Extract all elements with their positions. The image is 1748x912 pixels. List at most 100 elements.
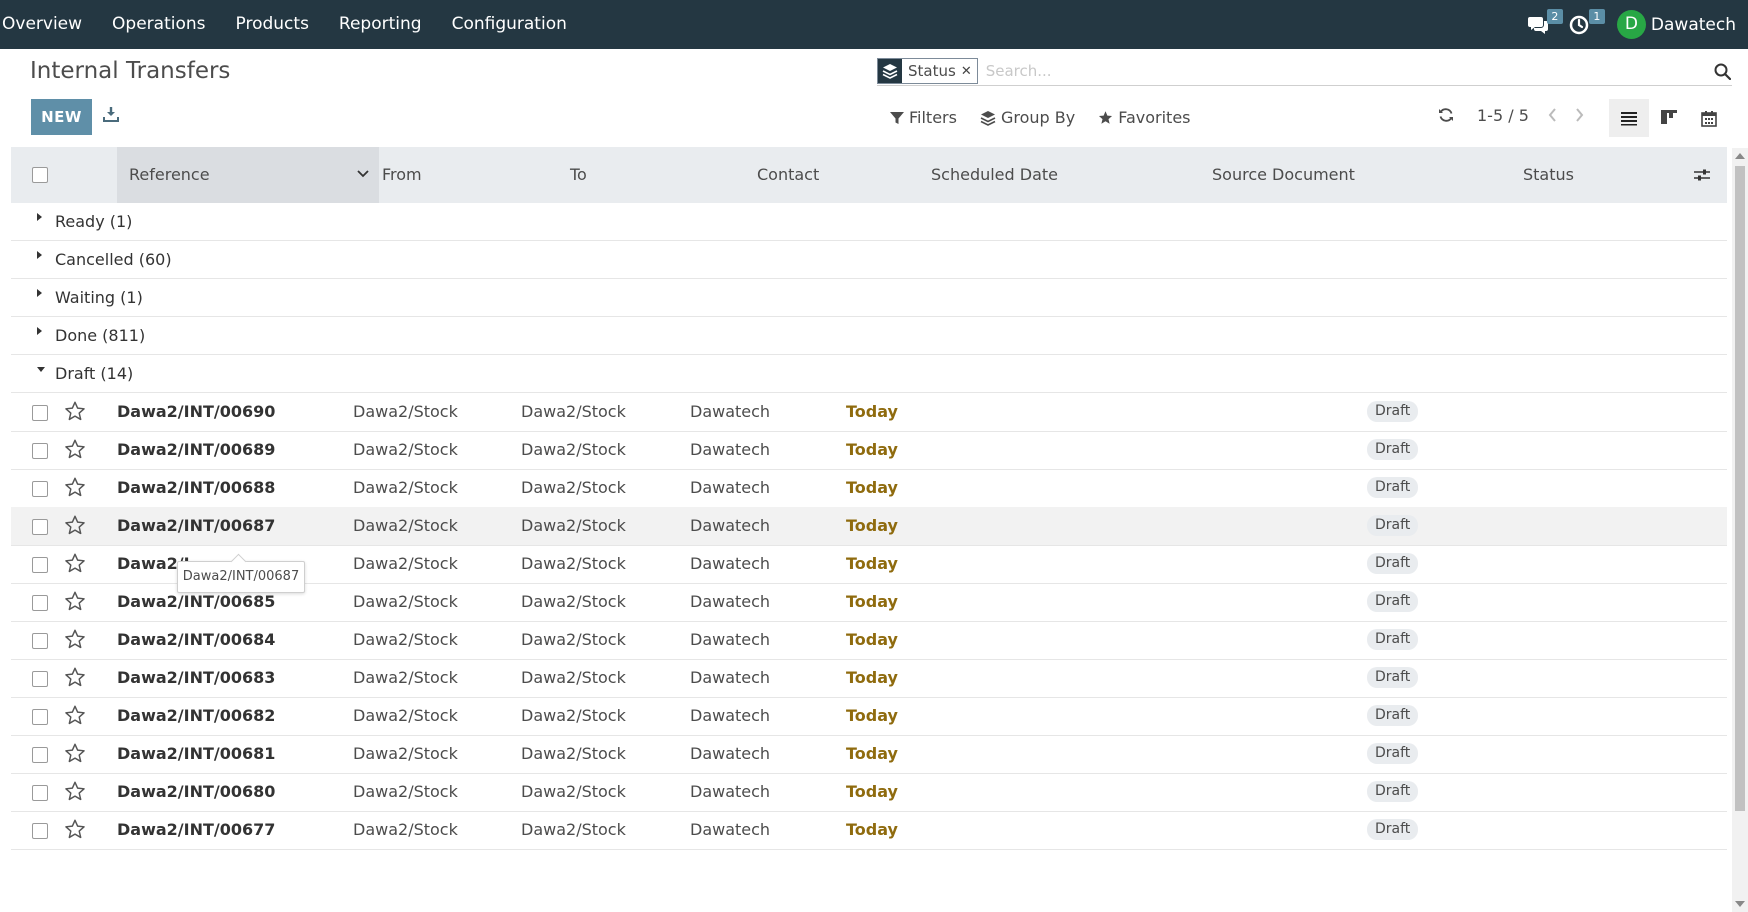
status-badge: Draft	[1367, 743, 1419, 764]
row-checkbox[interactable]	[32, 671, 48, 687]
new-button[interactable]: NEW	[31, 99, 92, 135]
refresh-icon[interactable]	[1435, 104, 1457, 126]
from-cell: Dawa2/Stock	[353, 402, 458, 421]
caret-right-icon[interactable]	[37, 213, 42, 221]
star-icon[interactable]	[64, 590, 86, 612]
star-icon[interactable]	[64, 666, 86, 688]
from-cell: Dawa2/Stock	[353, 782, 458, 801]
star-icon[interactable]	[64, 400, 86, 422]
row-checkbox[interactable]	[32, 823, 48, 839]
search-icon[interactable]	[1712, 61, 1732, 81]
table-row[interactable]: Dawa2/INT/00684 Dawa2/Stock Dawa2/Stock Daw…	[11, 621, 1727, 660]
row-checkbox[interactable]	[32, 785, 48, 801]
to-cell: Dawa2/Stock	[521, 706, 626, 725]
row-checkbox[interactable]	[32, 519, 48, 535]
download-icon[interactable]	[102, 105, 122, 125]
group-label[interactable]: Waiting (1)	[55, 279, 143, 316]
column-header-source-document[interactable]: Source Document	[1212, 147, 1355, 203]
table-row[interactable]: Dawa2/INT/00681 Dawa2/Stock Dawa2/Stock Daw…	[11, 735, 1727, 774]
row-checkbox[interactable]	[32, 405, 48, 421]
row-checkbox[interactable]	[32, 633, 48, 649]
table-row[interactable]: Dawa2/INT/00689 Dawa2/Stock Dawa2/Stock Daw…	[11, 431, 1727, 470]
search-panel-options: Filters Group By Favorites	[890, 108, 1214, 127]
activities-button[interactable]: 1	[1569, 0, 1605, 49]
group-by-dropdown[interactable]: Group By	[980, 108, 1075, 127]
table-row[interactable]: Dawa2/INT/00690 Dawa2/Stock Dawa2/Stock Daw…	[11, 393, 1727, 432]
group-label[interactable]: Ready (1)	[55, 203, 132, 240]
scheduled-date-cell: Today	[846, 744, 898, 763]
messages-button[interactable]: 2	[1527, 0, 1563, 49]
row-checkbox[interactable]	[32, 481, 48, 497]
search-facet-status[interactable]: Status ✕	[877, 58, 978, 84]
row-checkbox[interactable]	[32, 557, 48, 573]
table-row[interactable]: Dawa2/INT/00682 Dawa2/Stock Dawa2/Stock Daw…	[11, 697, 1727, 736]
chevron-right-icon[interactable]	[1571, 104, 1589, 126]
star-icon[interactable]	[64, 780, 86, 802]
reference-cell: Dawa2/INT/00690	[117, 402, 276, 421]
table-row[interactable]: Dawa2/INT/00688 Dawa2/Stock Dawa2/Stock Daw…	[11, 469, 1727, 508]
group-row[interactable]: Draft (14)	[11, 355, 1727, 393]
star-icon[interactable]	[64, 818, 86, 840]
user-menu[interactable]: D Dawatech	[1616, 10, 1736, 39]
group-row[interactable]: Ready (1)	[11, 203, 1727, 241]
column-settings-icon[interactable]	[1693, 167, 1711, 187]
status-badge: Draft	[1367, 629, 1419, 650]
column-header-to[interactable]: To	[570, 147, 587, 203]
contact-cell: Dawatech	[690, 402, 771, 421]
chevron-left-icon[interactable]	[1543, 104, 1561, 126]
star-icon[interactable]	[64, 742, 86, 764]
table-row[interactable]: Dawa2/INT/00683 Dawa2/Stock Dawa2/Stock Daw…	[11, 659, 1727, 698]
filters-dropdown[interactable]: Filters	[890, 108, 957, 127]
row-checkbox[interactable]	[32, 709, 48, 725]
table-row[interactable]: Dawa2/INT/00680 Dawa2/Stock Dawa2/Stock Daw…	[11, 773, 1727, 812]
favorites-dropdown[interactable]: Favorites	[1098, 108, 1191, 127]
row-checkbox[interactable]	[32, 747, 48, 763]
calendar-view-icon[interactable]	[1689, 99, 1729, 137]
row-checkbox[interactable]	[32, 443, 48, 459]
column-header-status[interactable]: Status	[1523, 147, 1574, 203]
search-input[interactable]	[983, 58, 1712, 84]
table-row[interactable]: Dawa2/INT/00687 Dawa2/Stock Dawa2/Stock Daw…	[11, 507, 1727, 546]
menu-products[interactable]: Products	[221, 0, 324, 49]
group-row[interactable]: Done (811)	[11, 317, 1727, 355]
scheduled-date-cell: Today	[846, 630, 898, 649]
caret-right-icon[interactable]	[37, 251, 42, 259]
star-icon[interactable]	[64, 438, 86, 460]
group-row[interactable]: Cancelled (60)	[11, 241, 1727, 279]
close-icon[interactable]: ✕	[961, 64, 977, 79]
select-all-checkbox[interactable]	[32, 167, 48, 183]
column-header-from[interactable]: From	[382, 147, 422, 203]
star-icon[interactable]	[64, 514, 86, 536]
menu-reporting[interactable]: Reporting	[324, 0, 437, 49]
to-cell: Dawa2/Stock	[521, 592, 626, 611]
group-label[interactable]: Done (811)	[55, 317, 145, 354]
column-header-reference[interactable]: Reference	[117, 147, 379, 203]
scroll-up-arrow[interactable]	[1735, 153, 1745, 159]
scrollbar-thumb[interactable]	[1735, 166, 1745, 811]
list-view-icon[interactable]	[1609, 99, 1649, 137]
caret-right-icon[interactable]	[37, 327, 42, 335]
contact-cell: Dawatech	[690, 554, 771, 573]
group-row[interactable]: Waiting (1)	[11, 279, 1727, 317]
avatar: D	[1616, 10, 1646, 39]
comments-icon	[1527, 16, 1548, 34]
vertical-scrollbar[interactable]	[1732, 148, 1748, 912]
table-row[interactable]: Dawa2/INT/00677 Dawa2/Stock Dawa2/Stock Daw…	[11, 811, 1727, 850]
group-label[interactable]: Cancelled (60)	[55, 241, 172, 278]
pager-value[interactable]: 1-5 / 5	[1477, 106, 1529, 125]
star-icon[interactable]	[64, 704, 86, 726]
caret-right-icon[interactable]	[37, 289, 42, 297]
menu-overview[interactable]: Overview	[0, 0, 97, 49]
row-checkbox[interactable]	[32, 595, 48, 611]
menu-configuration[interactable]: Configuration	[437, 0, 582, 49]
star-icon[interactable]	[64, 476, 86, 498]
star-icon[interactable]	[64, 628, 86, 650]
group-label[interactable]: Draft (14)	[55, 355, 133, 392]
column-header-contact[interactable]: Contact	[757, 147, 819, 203]
menu-operations[interactable]: Operations	[97, 0, 220, 49]
star-icon[interactable]	[64, 552, 86, 574]
scroll-down-arrow[interactable]	[1735, 901, 1745, 907]
caret-down-icon[interactable]	[37, 367, 45, 372]
kanban-view-icon[interactable]	[1649, 99, 1689, 137]
column-header-scheduled-date[interactable]: Scheduled Date	[931, 147, 1058, 203]
